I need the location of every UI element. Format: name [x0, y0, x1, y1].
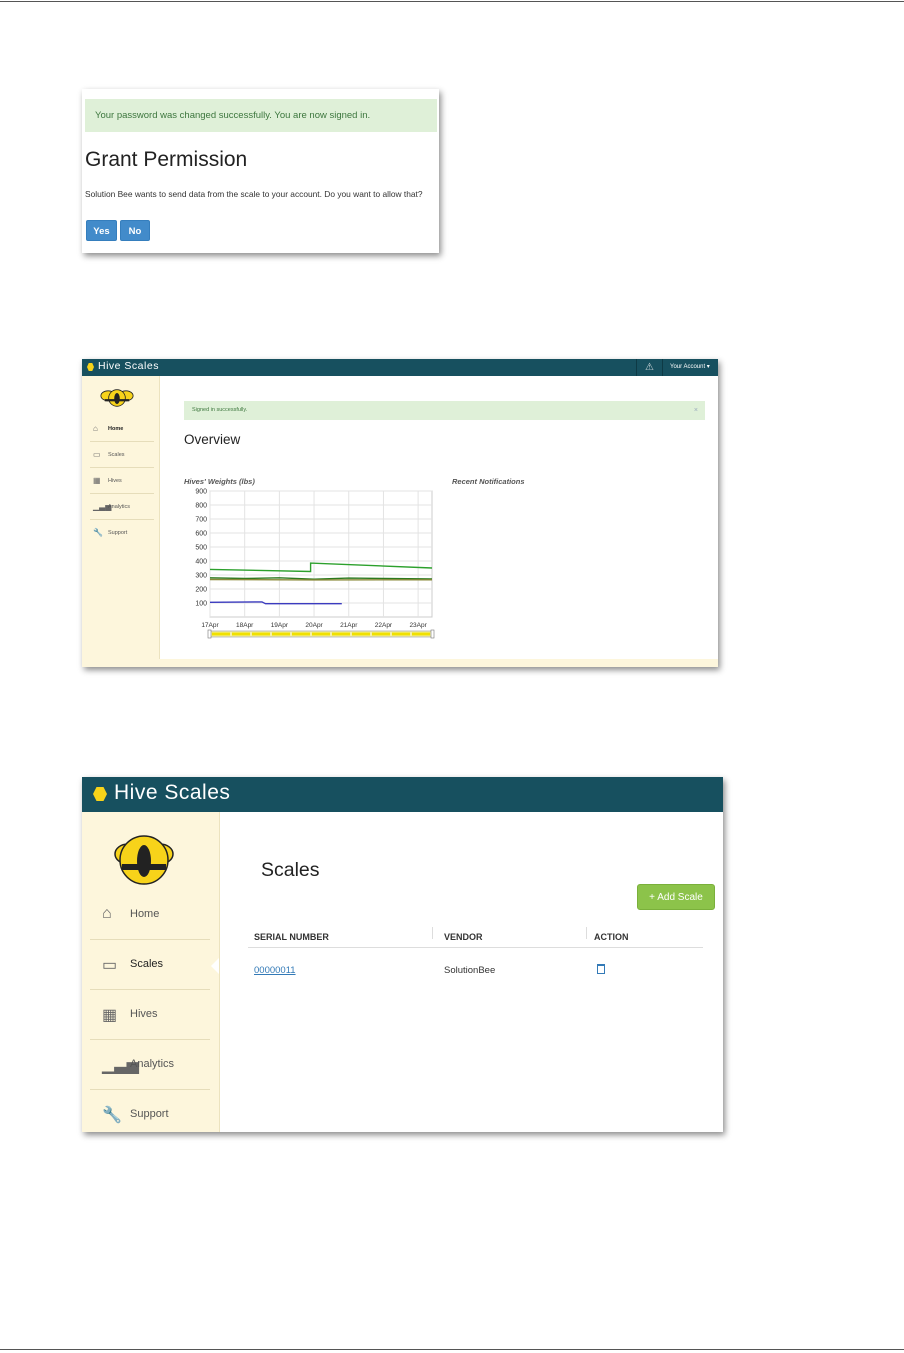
y-tick-label: 800 — [195, 503, 207, 510]
x-tick-label: 23Apr — [409, 622, 427, 629]
navbar: Hive Scales — [82, 777, 723, 812]
footer-band — [159, 659, 718, 667]
page-title: Overview — [184, 432, 241, 447]
wrench-icon: 🔧 — [93, 528, 103, 537]
brand-title[interactable]: Hive Scales — [98, 360, 159, 372]
account-menu[interactable]: Your Account ▾ — [670, 363, 710, 370]
hexagon-logo-icon — [87, 363, 94, 371]
y-tick-label: 700 — [195, 517, 207, 524]
sidebar-item-hives[interactable]: ▦ Hives — [90, 990, 210, 1040]
hexagon-logo-icon — [93, 787, 107, 801]
sidebar-item-home[interactable]: ⌂ Home — [90, 416, 154, 442]
y-tick-label: 900 — [195, 489, 207, 496]
sidebar-item-label: Scales — [130, 958, 164, 970]
x-tick-label: 17Apr — [201, 622, 219, 629]
sidebar-item-analytics[interactable]: ▁▃▅ Analytics — [90, 494, 154, 520]
wrench-icon: 🔧 — [102, 1107, 122, 1124]
sidebar: ⌂ Home ▭ Scales ▦ Hives ▁▃▅ Analytics 🔧 … — [82, 376, 160, 667]
column-divider — [432, 927, 433, 939]
x-tick-label: 22Apr — [375, 622, 393, 629]
home-icon: ⌂ — [93, 424, 98, 433]
grant-permission-screenshot: Your password was changed successfully. … — [82, 89, 439, 253]
overview-screenshot: Hive Scales ⚠ Your Account ▾ ⌂ Home ▭ Sc… — [82, 359, 718, 667]
vendor-cell: SolutionBee — [444, 965, 496, 976]
sidebar-item-label: Hives — [130, 1008, 158, 1020]
page-title: Scales — [261, 859, 320, 881]
column-header-vendor[interactable]: VENDOR — [438, 927, 588, 947]
sidebar-item-label: Hives — [108, 478, 122, 484]
serial-cell: 00000011 — [248, 965, 296, 976]
scale-icon: ▭ — [102, 957, 118, 974]
nav-divider — [636, 359, 637, 376]
sidebar-item-label: Home — [108, 426, 124, 432]
success-alert: Signed in successfully. × — [184, 401, 705, 420]
permission-description: Solution Bee wants to send data from the… — [85, 189, 423, 199]
success-alert: Your password was changed successfully. … — [85, 99, 437, 132]
x-tick-label: 20Apr — [305, 622, 323, 629]
bottom-rule — [0, 1349, 904, 1350]
x-tick-label: 21Apr — [340, 622, 358, 629]
x-tick-label: 19Apr — [271, 622, 289, 629]
bee-informed-logo — [114, 835, 174, 885]
serial-link[interactable]: 00000011 — [254, 965, 296, 976]
y-tick-label: 200 — [195, 587, 207, 594]
grid-icon: ▦ — [93, 476, 101, 485]
sidebar-item-label: Scales — [108, 452, 125, 458]
range-handle-left — [207, 629, 212, 639]
add-scale-button[interactable]: + Add Scale — [637, 884, 715, 910]
sidebar-item-label: Analytics — [108, 504, 131, 510]
sidebar-item-hives[interactable]: ▦ Hives — [90, 468, 154, 494]
column-header-action: ACTION — [594, 932, 629, 942]
y-tick-label: 100 — [195, 601, 207, 608]
scale-icon: ▭ — [93, 450, 101, 459]
sidebar-item-label: Home — [130, 908, 160, 920]
sidebar-item-label: Support — [108, 530, 128, 536]
alert-text: Signed in successfully. — [192, 407, 248, 413]
trash-icon[interactable] — [597, 964, 605, 974]
plot-area — [209, 490, 433, 618]
column-divider — [586, 927, 587, 939]
y-tick-label: 400 — [195, 559, 207, 566]
sidebar-item-support[interactable]: 🔧 Support — [90, 1090, 210, 1132]
page-title: Grant Permission — [85, 148, 248, 171]
column-header-serial[interactable]: SERIAL NUMBER — [248, 927, 432, 947]
top-rule — [0, 1, 904, 2]
header-divider — [248, 947, 703, 948]
y-tick-label: 500 — [195, 545, 207, 552]
sidebar: ⌂ Home ▭ Scales ▦ Hives ▁▃▅ Analytics 🔧 … — [82, 812, 220, 1132]
yes-button[interactable]: Yes — [86, 220, 117, 241]
close-icon[interactable]: × — [694, 401, 698, 420]
x-tick-label: 18Apr — [236, 622, 254, 629]
bee-informed-logo — [100, 389, 134, 407]
range-handle-right — [430, 629, 435, 639]
sidebar-item-home[interactable]: ⌂ Home — [90, 890, 210, 940]
brand-title[interactable]: Hive Scales — [114, 781, 230, 805]
scales-screenshot: Hive Scales ⌂ Home ▭ Scales ▦ Hives ▁▃▅ … — [82, 777, 723, 1132]
sidebar-item-scales[interactable]: ▭ Scales — [90, 940, 219, 990]
sidebar-item-label: Analytics — [130, 1058, 175, 1070]
sidebar-item-support[interactable]: 🔧 Support — [90, 520, 154, 546]
warning-icon[interactable]: ⚠ — [645, 362, 654, 373]
navbar: Hive Scales ⚠ Your Account ▾ — [82, 359, 718, 376]
no-button[interactable]: No — [120, 220, 150, 241]
grid-icon: ▦ — [102, 1007, 118, 1024]
nav-divider — [662, 359, 663, 376]
y-tick-label: 600 — [195, 531, 207, 538]
sidebar-item-scales[interactable]: ▭ Scales — [90, 442, 154, 468]
y-tick-label: 300 — [195, 573, 207, 580]
notifications-title: Recent Notifications — [452, 477, 525, 486]
home-icon: ⌂ — [102, 905, 112, 922]
weights-chart[interactable]: 100 200 300 400 500 600 700 800 900 17Apr 18Apr 19A… — [182, 485, 442, 645]
sidebar-item-analytics[interactable]: ▁▃▅ Analytics — [90, 1040, 210, 1090]
sidebar-item-label: Support — [130, 1108, 169, 1120]
